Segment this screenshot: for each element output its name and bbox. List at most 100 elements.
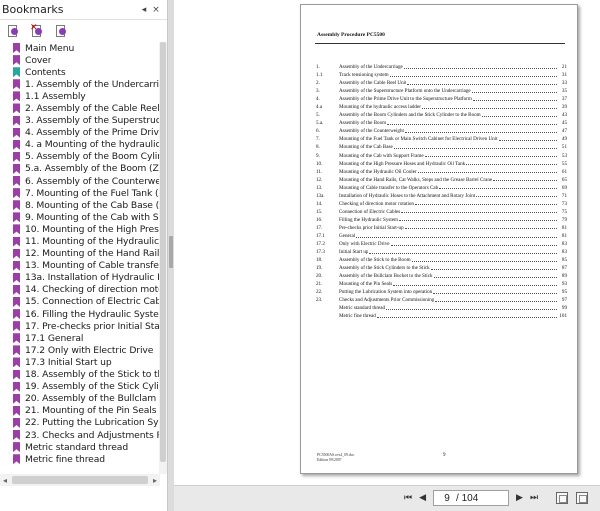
bookmark-item[interactable]: Main Menu: [0, 42, 160, 54]
toc-entry[interactable]: 7. Mounting of the Fuel Tank or Main Swit…: [315, 135, 567, 143]
bookmark-item[interactable]: 18. Assembly of the Stick to the Boor: [0, 369, 160, 381]
bookmark-item[interactable]: 17.2 Only with Electric Drive: [0, 344, 160, 356]
collapse-panel-icon[interactable]: ◂: [139, 5, 149, 15]
bookmark-item[interactable]: 5. Assembly of the Boom Cylinders an: [0, 151, 160, 163]
bookmark-icon: [13, 103, 20, 114]
bookmark-item[interactable]: 2. Assembly of the Cable Reel Unit (Z2: [0, 102, 160, 114]
toc-entry[interactable]: 4.a Mounting of the hydraulic access ladd…: [315, 103, 567, 111]
fit-page-icon[interactable]: [556, 492, 568, 504]
two-page-view-icon[interactable]: [576, 492, 588, 504]
toc-dot-leader: [433, 275, 557, 278]
splitter-grip[interactable]: [169, 236, 173, 268]
toc-entry[interactable]: 5.a. Assembly of the Boom 45: [315, 119, 567, 127]
bookmark-item[interactable]: 6. Assembly of the Counterweight (Z: [0, 175, 160, 187]
toc-entry[interactable]: 19. Assembly of the Stick Cylinders to th…: [315, 264, 567, 272]
footer-edition: Edition 09/2007: [317, 457, 342, 462]
bookmark-label: 22. Putting the Lubrication System int: [25, 417, 160, 429]
bookmark-item[interactable]: 20. Assembly of the Bullclam Bucket t: [0, 393, 160, 405]
bookmark-item[interactable]: 21. Mounting of the Pin Seals (Z 219C: [0, 405, 160, 417]
first-page-icon[interactable]: ⏮: [404, 493, 412, 503]
next-page-icon[interactable]: ▶: [516, 493, 523, 503]
toc-entry[interactable]: 17. Pre-checks prior Initial Start-up 81: [315, 224, 567, 232]
bookmark-item[interactable]: 12. Mounting of the Hand Rails, Cat W: [0, 248, 160, 260]
toc-entry[interactable]: 10. Mounting of the High Pressure Hoses a…: [315, 160, 567, 168]
bookmark-item[interactable]: Metric fine thread: [0, 453, 160, 465]
bookmark-item[interactable]: 1. Assembly of the Undercarriage (Z: [0, 78, 160, 90]
bookmark-item[interactable]: 17.1 General: [0, 332, 160, 344]
toc-entry-page: 51: [561, 144, 567, 151]
bookmarks-vertical-scrollbar[interactable]: [159, 42, 167, 474]
bookmark-item[interactable]: 3. Assembly of the Superstructure Pla: [0, 115, 160, 127]
toc-entry[interactable]: 8. Mounting of the Cab Base 51: [315, 143, 567, 151]
document-view[interactable]: Assembly Procedure PC5500 1. Assembly of …: [174, 0, 600, 485]
toc-entry[interactable]: 17.1 General 81: [315, 232, 567, 240]
close-panel-icon[interactable]: ×: [151, 5, 161, 15]
bookmark-item[interactable]: Cover: [0, 54, 160, 66]
bookmark-item[interactable]: 7. Mounting of the Fuel Tank (Z 2189: [0, 187, 160, 199]
toc-entry[interactable]: 9. Mounting of the Cab with Support Frame…: [315, 152, 567, 160]
bookmark-item[interactable]: 11. Mounting of the Hydraulic Oil Cool: [0, 236, 160, 248]
bookmark-item[interactable]: Contents: [0, 66, 160, 78]
bookmark-item[interactable]: 22. Putting the Lubrication System int: [0, 417, 160, 429]
bookmark-item[interactable]: 23. Checks and Adjustments Prior Cor: [0, 429, 160, 441]
toc-dot-leader: [466, 162, 557, 166]
toc-entry[interactable]: 3. Assembly of the Superstructure Platfor…: [315, 87, 567, 95]
scroll-left-icon[interactable]: ◂: [0, 476, 10, 485]
horizontal-scroll-thumb[interactable]: [12, 476, 148, 484]
bookmark-item[interactable]: 4. Assembly of the Prime Drive Unit to: [0, 127, 160, 139]
toc-entry[interactable]: 2. Assembly of the Cable Reel Unit 33: [315, 79, 567, 87]
bookmark-item[interactable]: 9. Mounting of the Cab with Support: [0, 211, 160, 223]
page-number-box[interactable]: / 104: [433, 490, 510, 506]
bookmark-icon: [13, 284, 20, 295]
toc-entry[interactable]: 17.3 Initial Start up 83: [315, 248, 567, 256]
toc-entry[interactable]: 13. Mounting of Cable transfer to the Ope…: [315, 184, 567, 192]
bookmark-item[interactable]: 1.1 Assembly: [0, 90, 160, 102]
toc-entry[interactable]: Metric fine thread 101: [315, 312, 567, 320]
last-page-icon[interactable]: ⏭: [530, 493, 538, 503]
bookmarks-horizontal-scrollbar[interactable]: ◂ ▸: [0, 474, 160, 486]
bookmark-item[interactable]: Metric standard thread: [0, 441, 160, 453]
toc-entry[interactable]: Metric standard thread 99: [315, 304, 567, 312]
toc-entry[interactable]: 23. Checks and Adjustments Prior Commissi…: [315, 296, 567, 304]
scroll-right-icon[interactable]: ▸: [150, 476, 160, 485]
bookmark-item[interactable]: 17. Pre-checks prior Initial Start-up: [0, 320, 160, 332]
bookmark-item[interactable]: 13a. Installation of Hydraulic Hoses to: [0, 272, 160, 284]
bookmark-options-icon[interactable]: [6, 24, 20, 38]
bookmark-item[interactable]: 13. Mounting of Cable transfer to the: [0, 260, 160, 272]
bookmark-item[interactable]: 19. Assembly of the Stick Cylinders to: [0, 381, 160, 393]
toc-dot-leader: [493, 178, 557, 182]
bookmark-item[interactable]: 16. Filling the Hydraulic System (Z250: [0, 308, 160, 320]
toc-entry[interactable]: 5. Assembly of the Boom Cylinders and the…: [315, 111, 567, 119]
toc-entry[interactable]: 15. Connection of Electric Cables 75: [315, 208, 567, 216]
bookmark-item[interactable]: 10. Mounting of the High Pressure Ho: [0, 223, 160, 235]
toc-entry[interactable]: 20. Assembly of the Bullclam Bucket to th…: [315, 272, 567, 280]
bookmark-item[interactable]: 15. Connection of Electric Cables: [0, 296, 160, 308]
toc-entry-number: 10.: [316, 160, 323, 167]
toc-entry[interactable]: 6. Assembly of the Counterweight 47: [315, 127, 567, 135]
toc-entry[interactable]: 18. Assembly of the Stick to the Boom 85: [315, 256, 567, 264]
bookmark-icon: [13, 381, 20, 392]
bookmark-item[interactable]: 5.a. Assembly of the Boom (Z21889a: [0, 163, 160, 175]
new-bookmark-icon[interactable]: [54, 24, 68, 38]
toc-entry[interactable]: 14. Checking of direction motor rotation 7…: [315, 200, 567, 208]
bookmark-item[interactable]: 17.3 Initial Start up: [0, 356, 160, 368]
previous-page-icon[interactable]: ◀: [419, 493, 426, 503]
vertical-scroll-thumb[interactable]: [160, 42, 166, 462]
toc-entry[interactable]: 22. Putting the Lubrication System into o…: [315, 288, 567, 296]
bookmark-item[interactable]: 8. Mounting of the Cab Base (Z 2189: [0, 199, 160, 211]
bookmark-item[interactable]: 14. Checking of direction motor rotati: [0, 284, 160, 296]
toc-entry[interactable]: 21. Mounting of the Pin Seals 93: [315, 280, 567, 288]
delete-bookmark-icon[interactable]: ✕: [30, 24, 44, 38]
current-page-input[interactable]: [438, 492, 457, 504]
toc-entry[interactable]: 1. Assembly of the Undercarriage 21: [315, 63, 567, 71]
toc-entry-number: 22.: [316, 289, 323, 296]
toc-entry[interactable]: 4. Assembly of the Prime Drive Unit to th…: [315, 95, 567, 103]
toc-entry[interactable]: 12. Mounting of the Hand Rails, Cat Walks…: [315, 176, 567, 184]
toc-entry[interactable]: 13a. Installation of Hydraulic Hoses to t…: [315, 192, 567, 200]
toc-entry[interactable]: 17.2 Only with Electric Drive 83: [315, 240, 567, 248]
toc-entry[interactable]: 16. Filling the Hydraulic System 79: [315, 216, 567, 224]
toc-entry[interactable]: 11. Mounting of the Hydraulic Oil Cooler 6…: [315, 168, 567, 176]
bookmark-label: 17.2 Only with Electric Drive: [25, 344, 154, 356]
toc-entry[interactable]: 1.1 Track tensioning system 31: [315, 71, 567, 79]
bookmark-item[interactable]: 4. a Mounting of the hydraulic access: [0, 139, 160, 151]
